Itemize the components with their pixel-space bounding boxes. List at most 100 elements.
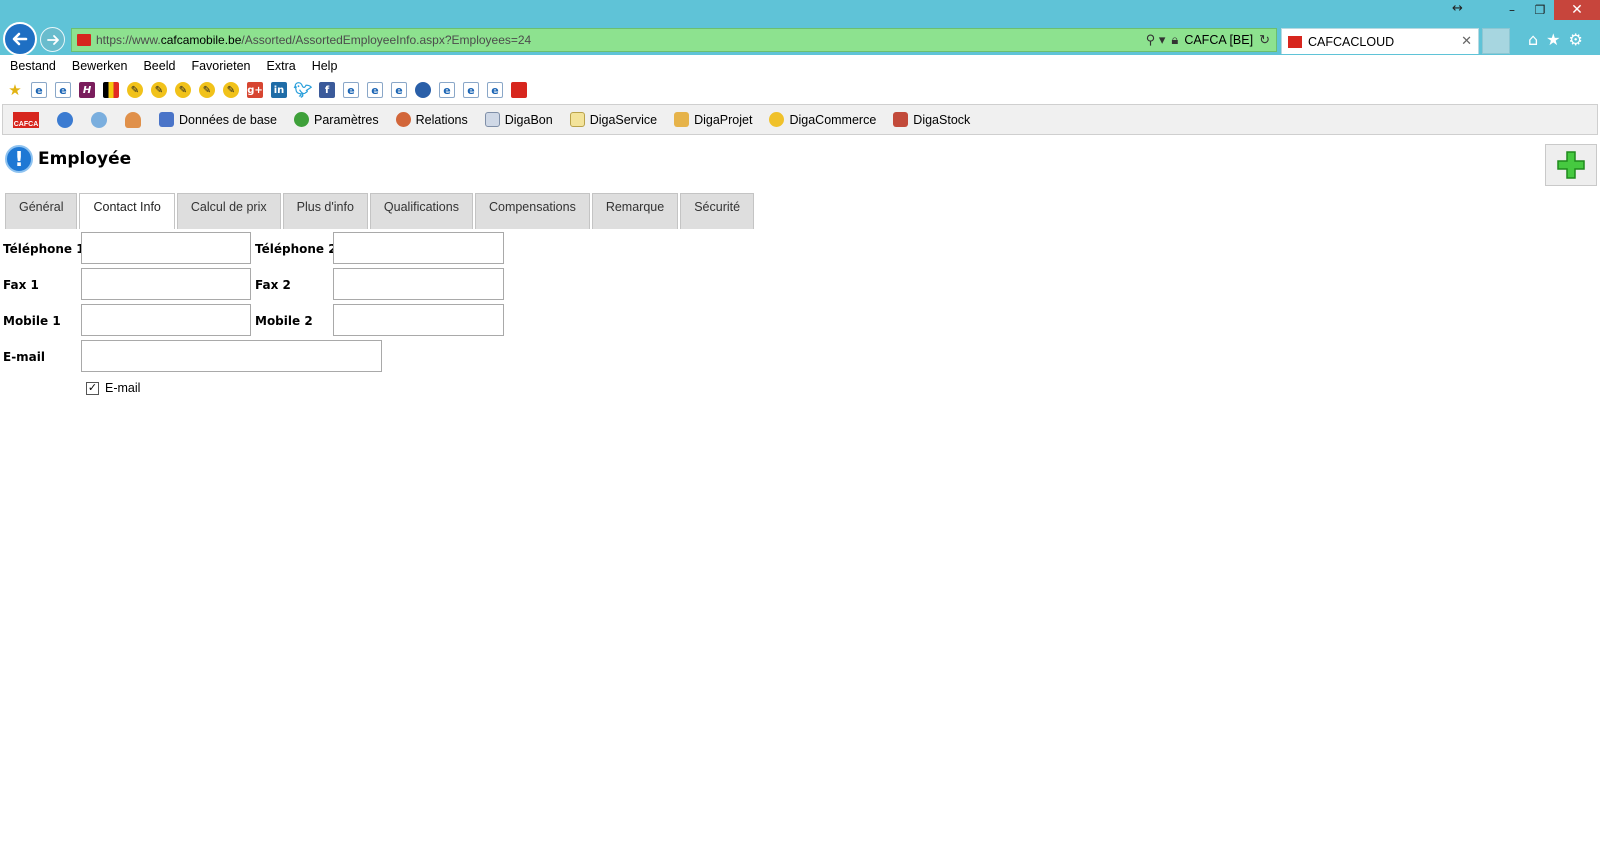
toolbar-digaprojet[interactable]: DigaProjet: [674, 112, 752, 127]
telephone2-input[interactable]: [333, 232, 504, 264]
address-bar[interactable]: https://www.cafcamobile.be/Assorted/Asso…: [71, 28, 1277, 52]
ie-link-icon[interactable]: e: [367, 82, 383, 98]
gear-icon[interactable]: ⚙: [1569, 30, 1583, 49]
arrow-right-icon: [46, 34, 59, 45]
toolbar-digaservice[interactable]: DigaService: [569, 112, 657, 127]
plus-icon: [1557, 151, 1585, 179]
tab-title: CAFCACLOUD: [1308, 34, 1395, 49]
toolbar-digastock[interactable]: DigaStock: [893, 112, 970, 127]
twitter-icon[interactable]: 🐦︎: [293, 81, 312, 99]
linkedin-icon[interactable]: in: [271, 82, 287, 98]
toolbar-relations[interactable]: Relations: [395, 112, 468, 127]
cafca-logo[interactable]: CAFCA: [13, 111, 39, 128]
window-controls: – ❐ ✕: [1498, 0, 1600, 20]
favorites-bar: ★ e e H ✎ ✎ ✎ ✎ ✎ g+ in 🐦︎ f e e e e e e: [0, 79, 1600, 101]
ie-link-icon[interactable]: e: [463, 82, 479, 98]
globe-icon[interactable]: [57, 111, 73, 128]
url-text[interactable]: https://www.cafcamobile.be/Assorted/Asso…: [96, 33, 1146, 47]
menu-beeld[interactable]: Beeld: [143, 59, 175, 73]
restore-icon[interactable]: ❐: [1526, 0, 1554, 20]
yellow-link-icon[interactable]: ✎: [175, 82, 191, 98]
app-toolbar: CAFCA Données de base Paramètres Relatio…: [2, 104, 1598, 135]
url-path: /Assorted/AssortedEmployeeInfo.aspx?Empl…: [241, 33, 532, 47]
telephone1-label: Téléphone 1: [3, 242, 85, 256]
home-icon[interactable]: ⌂: [1528, 30, 1538, 49]
favorites-star-icon[interactable]: ★: [1546, 30, 1560, 49]
toolbar-label: Données de base: [179, 112, 277, 127]
address-actions: ⚲ ▾ 🔒︎ CAFCA [BE] ↻: [1146, 32, 1276, 48]
site-favicon: [77, 34, 91, 46]
yellow-link-icon[interactable]: ✎: [127, 82, 143, 98]
cafca-link-icon[interactable]: [511, 82, 527, 98]
exclamation-icon: !: [5, 145, 33, 173]
tab-general[interactable]: Général: [5, 193, 78, 229]
url-scheme: https://www.: [96, 33, 161, 47]
telephone1-input[interactable]: [81, 232, 251, 264]
fax1-input[interactable]: [81, 268, 251, 300]
document-icon: [484, 112, 500, 127]
forward-button[interactable]: [40, 27, 65, 52]
ie-link-icon[interactable]: e: [31, 82, 47, 98]
minimize-icon[interactable]: –: [1498, 0, 1526, 20]
add-button[interactable]: [1545, 144, 1597, 186]
mobile1-input[interactable]: [81, 304, 251, 336]
tab-remarque[interactable]: Remarque: [591, 193, 679, 229]
globe-icon[interactable]: [415, 82, 431, 98]
page-title: Employée: [38, 149, 132, 169]
menu-favorieten[interactable]: Favorieten: [191, 59, 250, 73]
menu-help[interactable]: Help: [312, 59, 338, 73]
tab-calcul-de-prix[interactable]: Calcul de prix: [176, 193, 281, 229]
toolbar-digabon[interactable]: DigaBon: [484, 112, 553, 127]
tab-qualifications[interactable]: Qualifications: [369, 193, 473, 229]
user-icon[interactable]: [125, 111, 141, 128]
email-checkbox-label[interactable]: E-mail: [105, 381, 140, 395]
mobile2-input[interactable]: [333, 304, 504, 336]
telephone2-label: Téléphone 2: [255, 242, 337, 256]
ie-link-icon[interactable]: e: [343, 82, 359, 98]
toolbar-label: DigaCommerce: [789, 112, 877, 127]
tab-close-icon[interactable]: ✕: [1461, 33, 1472, 49]
add-favorites-icon[interactable]: ★: [7, 81, 23, 99]
tab-compensations[interactable]: Compensations: [474, 193, 590, 229]
ie-link-icon[interactable]: e: [391, 82, 407, 98]
toolbar-label: DigaProjet: [694, 112, 753, 127]
refresh-icon[interactable]: [91, 111, 107, 128]
back-button[interactable]: [3, 22, 37, 56]
ie-link-icon[interactable]: e: [487, 82, 503, 98]
lock-icon[interactable]: 🔒︎: [1171, 32, 1178, 48]
service-icon: [569, 112, 585, 127]
menu-extra[interactable]: Extra: [267, 59, 296, 73]
tab-securite[interactable]: Sécurité: [680, 193, 755, 229]
toolbar-digacommerce[interactable]: DigaCommerce: [769, 112, 876, 127]
yellow-link-icon[interactable]: ✎: [151, 82, 167, 98]
refresh-icon[interactable]: ↻: [1259, 32, 1270, 48]
google-plus-icon[interactable]: g+: [247, 82, 263, 98]
fax2-input[interactable]: [333, 268, 504, 300]
email-field[interactable]: [81, 340, 382, 372]
new-tab-button[interactable]: [1482, 28, 1510, 54]
browser-tab[interactable]: CAFCACLOUD ✕: [1281, 28, 1479, 54]
email-checkbox[interactable]: ✓: [86, 381, 99, 395]
yellow-link-icon[interactable]: ✎: [199, 82, 215, 98]
tab-contact-info[interactable]: Contact Info: [79, 193, 175, 229]
belgium-flag-icon[interactable]: [103, 82, 119, 98]
toolbar-donnees-de-base[interactable]: Données de base: [159, 112, 277, 127]
resize-icon[interactable]: ↔: [1452, 1, 1463, 16]
browser-icons: ⌂ ★ ⚙: [1528, 30, 1583, 49]
facebook-icon[interactable]: f: [319, 82, 335, 98]
tab-plus-info[interactable]: Plus d'info: [282, 193, 368, 229]
close-window-icon[interactable]: ✕: [1554, 0, 1600, 20]
menu-bewerken[interactable]: Bewerken: [72, 59, 128, 73]
search-icon[interactable]: ⚲ ▾: [1146, 32, 1166, 48]
tab-bar: Général Contact Info Calcul de prix Plus…: [5, 193, 756, 229]
ie-link-icon[interactable]: e: [439, 82, 455, 98]
security-label[interactable]: CAFCA [BE]: [1184, 33, 1253, 47]
h-link-icon[interactable]: H: [79, 82, 95, 98]
toolbar-parametres[interactable]: Paramètres: [294, 112, 379, 127]
toolbar-label: DigaBon: [504, 112, 553, 127]
yellow-link-icon[interactable]: ✎: [223, 82, 239, 98]
ie-link-icon[interactable]: e: [55, 82, 71, 98]
fax2-label: Fax 2: [255, 278, 291, 292]
menu-bestand[interactable]: Bestand: [10, 59, 56, 73]
arrow-left-icon: [12, 32, 28, 46]
